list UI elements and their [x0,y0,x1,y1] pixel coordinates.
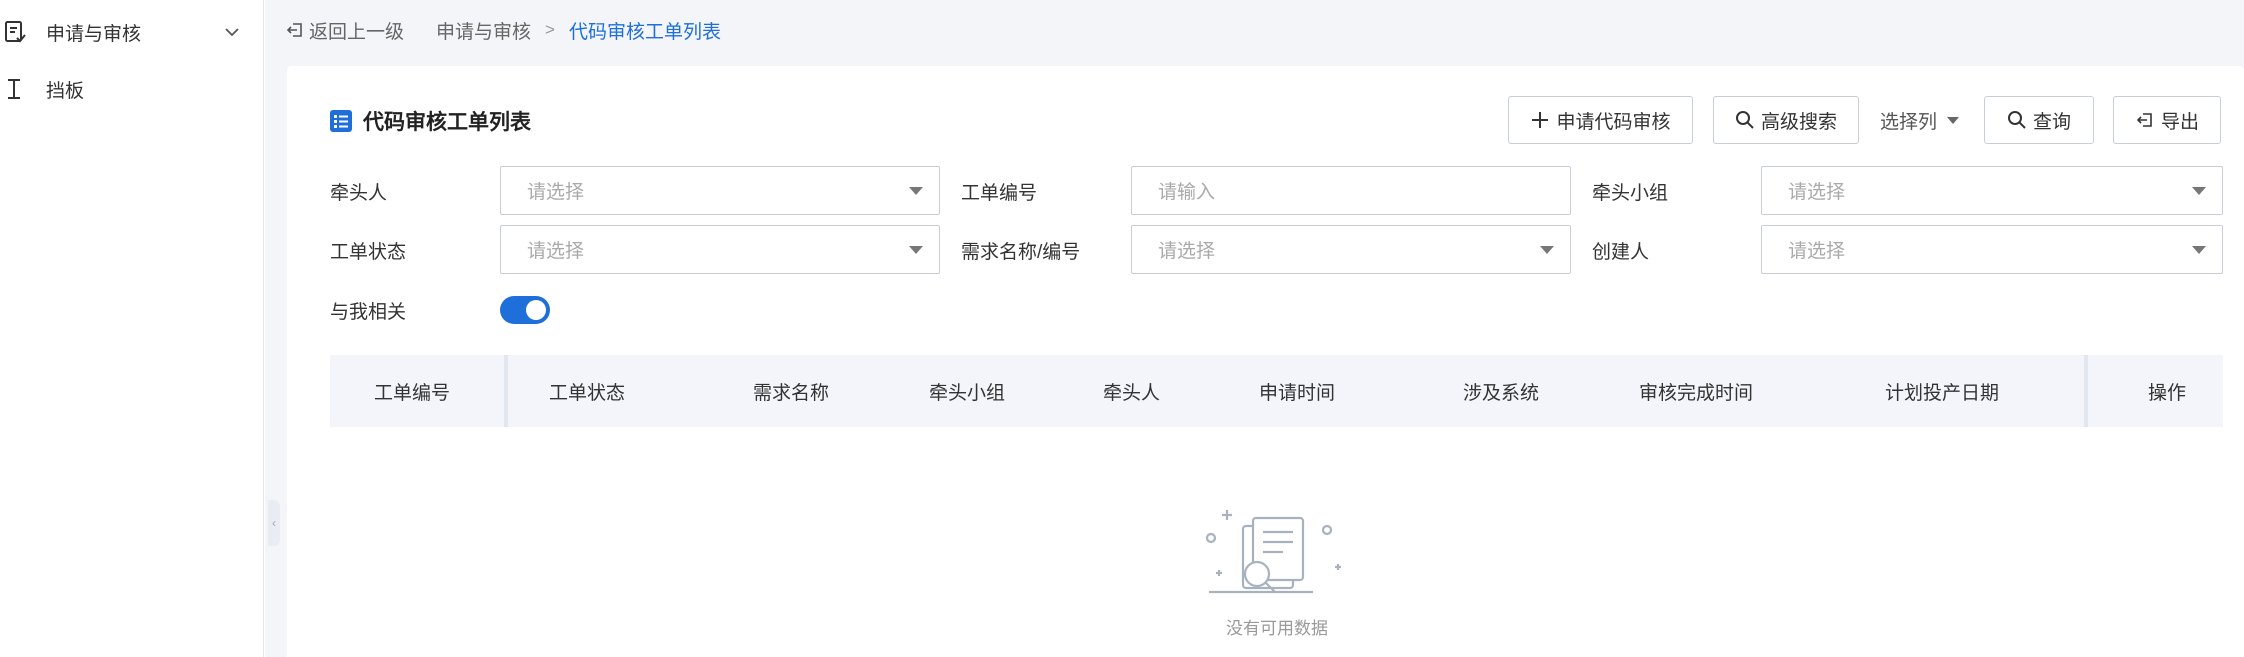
sidebar-item-label: 申请与审核 [46,23,142,45]
breadcrumb-current: 代码审核工单列表 [568,21,721,43]
requirement-label: 需求名称/编号 [961,242,1081,263]
related-to-me-toggle[interactable] [500,296,550,324]
creator-placeholder: 请选择 [1788,241,1846,262]
sidebar-collapse-handle[interactable]: ‹ [268,500,280,546]
list-icon [330,110,352,132]
export-label: 导出 [2160,111,2199,133]
requirement-placeholder: 请选择 [1158,241,1216,262]
query-button[interactable]: 查询 [1984,96,2094,144]
ticket-status-placeholder: 请选择 [527,241,585,262]
column-divider [504,355,508,427]
back-link[interactable]: 返回上一级 [285,17,404,44]
export-button[interactable]: 导出 [2113,96,2221,144]
breadcrumb-parent[interactable]: 申请与审核 [436,17,531,44]
sidebar-item-apply-review[interactable]: 申请与审核 [0,12,262,52]
chevron-down-icon[interactable] [222,22,242,42]
text-cursor-icon [8,79,20,99]
caret-down-icon [909,187,923,195]
back-link-label: 返回上一级 [309,21,405,43]
caret-down-icon [1947,116,1960,124]
column-header[interactable]: 工单编号 [374,355,450,427]
column-header[interactable]: 操作 [2148,355,2186,427]
column-header[interactable]: 计划投产日期 [1885,355,1999,427]
related-to-me-label: 与我相关 [330,302,407,323]
back-arrow-icon [286,23,302,37]
caret-down-icon [2192,246,2206,254]
caret-down-icon [1540,246,1554,254]
creator-select[interactable]: 请选择 [1761,225,2223,274]
lead-group-select[interactable]: 请选择 [1761,166,2223,215]
sidebar-item-baffle[interactable]: 挡板 [0,69,262,109]
lead-person-select[interactable]: 请选择 [500,166,940,215]
ticket-status-select[interactable]: 请选择 [500,225,940,274]
empty-state-text: 没有可用数据 [1226,619,1328,638]
plus-icon [1532,112,1549,128]
search-icon [1735,111,1754,129]
query-label: 查询 [2032,111,2071,133]
page-title: 代码审核工单列表 [330,106,531,136]
document-list-icon [5,21,26,43]
requirement-select[interactable]: 请选择 [1131,225,1571,274]
breadcrumb: 返回上一级 申请与审核 > 代码审核工单列表 [285,14,721,46]
column-header[interactable]: 申请时间 [1259,355,1335,427]
column-header[interactable]: 审核完成时间 [1639,355,1753,427]
creator-label: 创建人 [1592,242,1650,263]
select-columns-label: 选择列 [1880,111,1938,133]
column-header[interactable]: 工单状态 [549,355,625,427]
ticket-no-input[interactable]: 请输入 [1131,166,1571,215]
column-divider [2084,355,2088,427]
lead-group-label: 牵头小组 [1592,183,1669,204]
table-header: 工单编号 工单状态 需求名称 牵头小组 牵头人 申请时间 涉及系统 审核完成时间… [330,355,2223,427]
column-header[interactable]: 需求名称 [753,355,829,427]
lead-group-placeholder: 请选择 [1788,182,1846,203]
column-header[interactable]: 牵头小组 [929,355,1005,427]
sidebar: 申请与审核 挡板 [0,0,264,657]
column-header[interactable]: 牵头人 [1103,355,1160,427]
advanced-search-label: 高级搜索 [1760,111,1837,133]
empty-data-icon [1205,510,1341,594]
caret-down-icon [909,246,923,254]
ticket-no-label: 工单编号 [961,183,1038,204]
ticket-status-label: 工单状态 [330,242,407,263]
ticket-no-placeholder: 请输入 [1158,182,1216,203]
select-columns-dropdown[interactable]: 选择列 [1880,96,1960,144]
apply-code-review-label: 申请代码审核 [1556,111,1671,133]
toggle-knob [526,300,546,320]
breadcrumb-separator: > [545,20,555,39]
page-title-text: 代码审核工单列表 [363,111,531,134]
sidebar-item-label: 挡板 [46,80,85,102]
apply-code-review-button[interactable]: 申请代码审核 [1508,96,1693,144]
caret-down-icon [2192,187,2206,195]
lead-person-placeholder: 请选择 [527,182,585,203]
column-header[interactable]: 涉及系统 [1463,355,1539,427]
advanced-search-button[interactable]: 高级搜索 [1713,96,1859,144]
search-icon [2007,111,2026,129]
lead-person-label: 牵头人 [330,183,388,204]
export-icon [2136,113,2152,127]
